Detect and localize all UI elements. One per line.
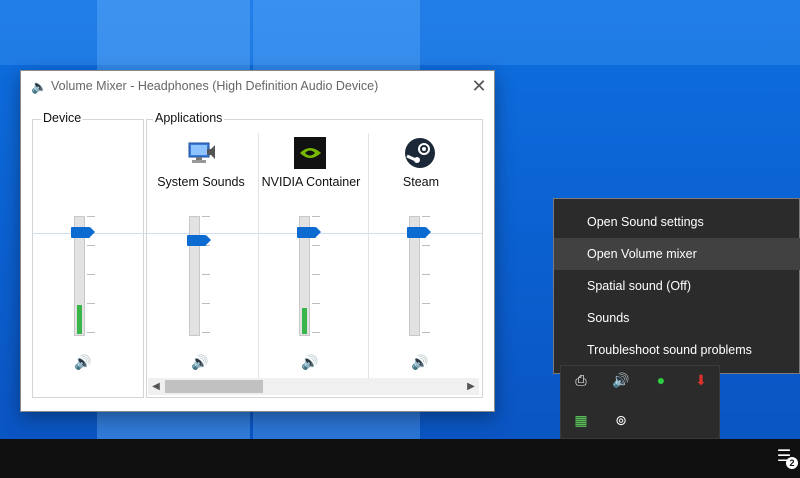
column-divider (368, 133, 369, 395)
volume-icon[interactable]: 🔊 (611, 370, 631, 390)
menu-item-sounds[interactable]: Sounds (554, 302, 800, 334)
nvidia-level-meter (302, 308, 307, 334)
device-volume-thumb[interactable] (71, 227, 95, 238)
steam-tray-icon[interactable]: ⊚ (611, 410, 631, 430)
notification-count-badge: 2 (786, 457, 798, 469)
applications-group-label: Applications (153, 111, 225, 125)
menu-item-open-volume-mixer[interactable]: Open Volume mixer (554, 238, 800, 270)
column-divider (258, 133, 259, 395)
menu-item-troubleshoot[interactable]: Troubleshoot sound problems (554, 334, 800, 366)
download-arrow-icon[interactable]: ⬇ (691, 370, 711, 390)
window-title: Volume Mixer - Headphones (High Definiti… (51, 79, 379, 93)
app-label: Steam (402, 175, 440, 189)
system-sounds-icon (185, 137, 217, 169)
sound-context-menu: Open Sound settings Open Volume mixer Sp… (553, 198, 800, 374)
title-bar[interactable]: 🔈 Volume Mixer - Headphones (High Defini… (21, 71, 494, 103)
speaker-icon: 🔈 (31, 79, 48, 94)
system-sounds-volume-track[interactable] (189, 216, 200, 336)
scroll-right-icon[interactable]: ▶ (463, 378, 479, 395)
horizontal-scrollbar[interactable]: ◀ ▶ (148, 378, 479, 395)
speaker-icon: 🔊 (191, 354, 209, 370)
nvidia-tray-icon[interactable]: ● (651, 370, 671, 390)
webcam-icon[interactable]: ⎙ (571, 370, 591, 390)
system-sounds-slider-ticks (202, 216, 212, 336)
app-label: NVIDIA Container (261, 175, 361, 189)
system-sounds-volume-thumb[interactable] (187, 235, 211, 246)
device-group-label: Device (41, 111, 84, 125)
speaker-icon: 🔊 (74, 354, 92, 370)
nvidia-volume-thumb[interactable] (297, 227, 321, 238)
volume-mixer-window: 🔈 Volume Mixer - Headphones (High Defini… (20, 70, 495, 412)
device-level-meter (77, 305, 82, 334)
speaker-icon: 🔊 (301, 354, 319, 370)
app-label: System Sounds (157, 175, 245, 189)
speaker-icon: 🔊 (411, 354, 429, 370)
menu-item-open-sound-settings[interactable]: Open Sound settings (554, 206, 800, 238)
steam-volume-thumb[interactable] (407, 227, 431, 238)
close-button[interactable]: ✕ (464, 71, 494, 103)
nvidia-mute-button[interactable]: 🔊 (301, 354, 319, 370)
network-adapter-icon[interactable]: ▦ (571, 410, 591, 430)
system-sounds-mute-button[interactable]: 🔊 (191, 354, 209, 370)
scroll-left-icon[interactable]: ◀ (148, 378, 164, 395)
nvidia-icon (294, 137, 326, 169)
taskbar: ☰ 2 (0, 439, 800, 478)
steam-mute-button[interactable]: 🔊 (411, 354, 429, 370)
device-mute-button[interactable]: 🔊 (74, 354, 92, 370)
tray-overflow-panel: ⎙ 🔊 ● ⬇ ▦ ⊚ (560, 365, 720, 439)
steam-icon (404, 137, 436, 169)
menu-item-spatial-sound[interactable]: Spatial sound (Off) (554, 270, 800, 302)
scrollbar-thumb[interactable] (165, 380, 263, 393)
